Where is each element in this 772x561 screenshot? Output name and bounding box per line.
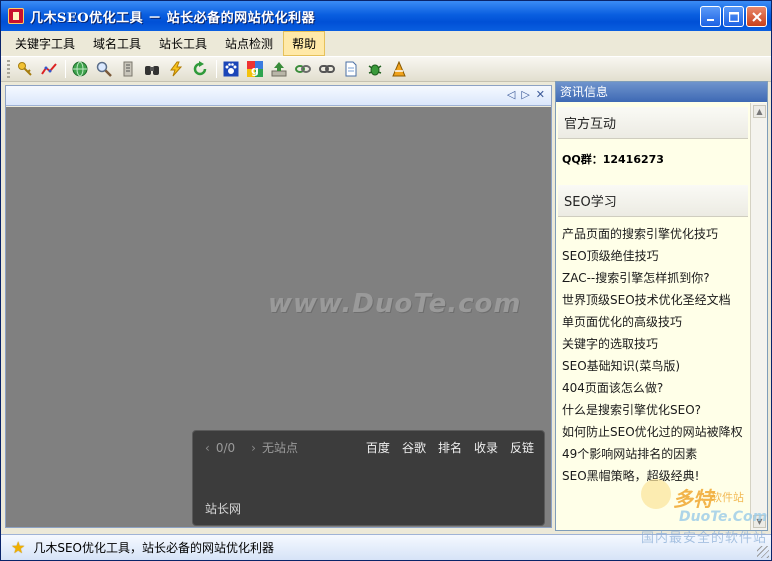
title-bar[interactable]: 几木SEO优化工具 － 站长必备的网站优化利器	[1, 1, 771, 31]
main-view-header: ◁ ▷ ✕	[6, 86, 551, 106]
webmaster-link[interactable]: 站长网	[205, 500, 241, 517]
app-icon	[8, 8, 24, 24]
seo-article-link[interactable]: 关键字的选取技巧	[556, 333, 750, 355]
close-icon	[751, 11, 762, 22]
menu-webmaster-tools[interactable]: 站长工具	[151, 32, 215, 55]
menu-domain-tools[interactable]: 域名工具	[85, 32, 149, 55]
maximize-icon	[728, 11, 739, 22]
seo-article-link[interactable]: 49个影响网站排名的因素	[556, 443, 750, 465]
seo-article-link[interactable]: SEO黑帽策略，超级经典!	[556, 465, 750, 487]
seo-article-link[interactable]: SEO基础知识(菜鸟版)	[556, 355, 750, 377]
resize-grip[interactable]	[757, 546, 769, 558]
seo-article-link[interactable]: 如何防止SEO优化过的网站被降权	[556, 421, 750, 443]
upload-icon[interactable]	[268, 58, 290, 80]
lightning-icon[interactable]	[165, 58, 187, 80]
chain-icon[interactable]	[292, 58, 314, 80]
site-counter: 0/0	[215, 440, 236, 455]
minimize-button[interactable]	[700, 6, 721, 27]
status-bar: ★ 几木SEO优化工具，站长必备的网站优化利器	[1, 534, 771, 560]
refresh-icon[interactable]	[189, 58, 211, 80]
seo-section-title: SEO学习	[558, 185, 748, 217]
toolbar: g	[1, 56, 771, 82]
status-text: 几木SEO优化工具，站长必备的网站优化利器	[33, 541, 274, 555]
news-panel: 资讯信息 官方互动 QQ群：12416273 SEO学习 产品页面的搜索引擎优化…	[555, 81, 768, 531]
menu-bar: 关键字工具 域名工具 站长工具 站点检测 帮助	[1, 30, 771, 56]
binoculars-icon[interactable]	[141, 58, 163, 80]
browser-canvas[interactable]: www.DuoTe.com ‹ 0/0 › 无站点 百度 谷歌 排名 收录 反链…	[6, 107, 551, 527]
app-window: 几木SEO优化工具 － 站长必备的网站优化利器 关键字工具 域名工具 站长工具 …	[0, 0, 772, 561]
close-tab-icon[interactable]: ✕	[536, 88, 545, 101]
seo-article-link[interactable]: SEO顶级绝佳技巧	[556, 245, 750, 267]
panel-prev-icon[interactable]: ‹	[205, 441, 210, 455]
minimize-icon	[706, 18, 714, 21]
scroll-up-icon[interactable]: ▲	[753, 105, 766, 118]
trend-icon[interactable]	[38, 58, 60, 80]
seo-article-link[interactable]: 什么是搜索引擎优化SEO?	[556, 399, 750, 421]
official-section-title: 官方互动	[558, 107, 748, 139]
menu-keyword-tools[interactable]: 关键字工具	[7, 32, 83, 55]
ranking-link[interactable]: 排名	[438, 439, 462, 456]
baidu-link[interactable]: 百度	[366, 439, 390, 456]
main-view: ◁ ▷ ✕ www.DuoTe.com ‹ 0/0 › 无站点 百度 谷歌 排名…	[5, 85, 552, 528]
prev-arrow-icon[interactable]: ◁	[507, 88, 515, 101]
globe-icon[interactable]	[69, 58, 91, 80]
menu-help[interactable]: 帮助	[283, 30, 326, 56]
star-icon: ★	[11, 538, 26, 557]
current-site: 无站点	[261, 441, 298, 455]
qq-group: QQ群：12416273	[562, 153, 664, 166]
link-icon[interactable]	[316, 58, 338, 80]
seo-article-link[interactable]: 404页面该怎么做?	[556, 377, 750, 399]
google-icon[interactable]: g	[244, 58, 266, 80]
news-panel-scrollbar[interactable]: ▲ ▼	[750, 103, 767, 530]
panel-next-icon[interactable]: ›	[251, 441, 256, 455]
seo-article-link[interactable]: ZAC--搜索引擎怎样抓到你?	[556, 267, 750, 289]
seo-article-link[interactable]: 单页面优化的高级技巧	[556, 311, 750, 333]
google-link[interactable]: 谷歌	[402, 439, 426, 456]
news-panel-header: 资讯信息	[556, 82, 767, 102]
seo-article-link[interactable]: 世界顶级SEO技术优化圣经文档	[556, 289, 750, 311]
magnifier-icon[interactable]	[93, 58, 115, 80]
scroll-down-icon[interactable]: ▼	[753, 515, 766, 528]
key-icon[interactable]	[14, 58, 36, 80]
bug-icon[interactable]	[364, 58, 386, 80]
svg-text:g: g	[251, 64, 259, 77]
indexed-link[interactable]: 收录	[474, 439, 498, 456]
toolbar-separator	[65, 60, 66, 78]
document-icon[interactable]	[340, 58, 362, 80]
watermark-text: www.DuoTe.com	[268, 289, 522, 319]
window-title: 几木SEO优化工具 － 站长必备的网站优化利器	[30, 10, 316, 26]
toolbar-grip[interactable]	[7, 60, 10, 78]
close-button[interactable]	[746, 6, 767, 27]
paw-icon[interactable]	[220, 58, 242, 80]
backlinks-link[interactable]: 反链	[510, 439, 534, 456]
seo-article-link[interactable]: 产品页面的搜索引擎优化技巧	[556, 223, 750, 245]
list-icon[interactable]	[117, 58, 139, 80]
site-info-panel: ‹ 0/0 › 无站点 百度 谷歌 排名 收录 反链 站长网	[192, 430, 545, 526]
menu-site-check[interactable]: 站点检测	[217, 32, 281, 55]
maximize-button[interactable]	[723, 6, 744, 27]
next-arrow-icon[interactable]: ▷	[521, 88, 529, 101]
cone-icon[interactable]	[388, 58, 410, 80]
toolbar-separator	[216, 60, 217, 78]
